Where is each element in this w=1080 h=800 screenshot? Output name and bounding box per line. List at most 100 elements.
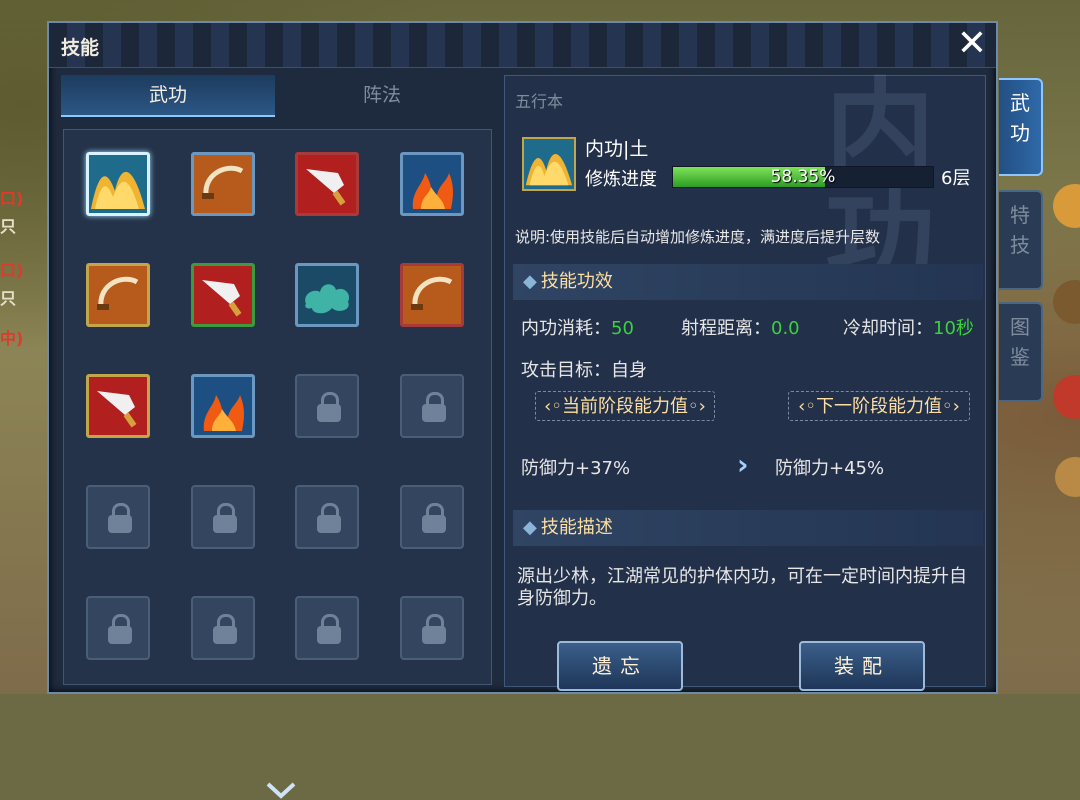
next-bonus: 防御力+45%	[775, 458, 885, 479]
attack-target-value: 自身	[611, 360, 647, 381]
chevron-right-icon: ›	[737, 448, 749, 481]
side-tab-wugong[interactable]: 武 功	[999, 78, 1043, 176]
cooldown: 冷却时间：10秒	[843, 314, 974, 340]
locked-skill-slot	[86, 485, 150, 549]
skill-tabs: 武功 阵法	[61, 75, 487, 117]
locked-skill-slot	[295, 485, 359, 549]
skill-slot[interactable]	[295, 263, 359, 327]
equip-button[interactable]: 装配	[799, 641, 925, 691]
fire-skill-icon	[193, 377, 252, 435]
world-name-text: 口)	[0, 261, 24, 280]
current-bonus: 防御力+37%	[521, 458, 631, 479]
skill-slot[interactable]	[399, 263, 464, 327]
neigong-cost-label: 内功消耗：	[521, 318, 611, 339]
lock-icon	[212, 503, 237, 533]
lock-icon	[317, 614, 341, 644]
side-menu-icons	[1053, 184, 1080, 497]
stall-icon	[1055, 457, 1080, 497]
stage-right-arrow-icon: ◦›	[942, 396, 960, 417]
lock-icon	[317, 392, 341, 422]
chevron-down-icon[interactable]	[266, 780, 296, 800]
current-stage-text: 当前阶段能力值	[562, 396, 688, 417]
skill-slot[interactable]	[86, 152, 150, 216]
blade-skill-icon	[89, 377, 147, 435]
mountain-skill-icon	[89, 155, 147, 213]
next-stage-label: ‹◦下一阶段能力值◦›	[788, 391, 970, 421]
locked-skill-slot	[190, 596, 255, 660]
stage-left-arrow-icon: ‹◦	[798, 396, 816, 417]
lock-icon	[421, 503, 446, 533]
skill-detail-panel: 内功 五行本 内功|土 修炼进度 58.35% 6层 说明:使用技能后自动增加修…	[504, 75, 986, 691]
attack-target-label: 攻击目标：	[521, 360, 611, 381]
locked-skill-slot	[399, 374, 464, 438]
detail-header-chip: 五行本	[515, 92, 564, 111]
skill-window: 技能 ✕ 武功 阵法 内功 五行本 内功|土 修炼进度 58.35% 6层 说明…	[47, 21, 998, 799]
sickle-skill-icon	[193, 155, 252, 213]
skill-layer: 6层	[941, 168, 971, 189]
side-tab-tujian[interactable]: 图 鉴	[999, 302, 1043, 402]
neigong-cost-value: 50	[611, 318, 634, 339]
skill-name: 内功|土	[585, 138, 649, 160]
close-button[interactable]: ✕	[954, 26, 990, 63]
progress-label: 修炼进度	[585, 169, 657, 190]
neigong-cost: 内功消耗：50	[521, 314, 634, 340]
tab-zhenfa[interactable]: 阵法	[275, 75, 489, 115]
locked-skill-slot	[295, 596, 359, 660]
lock-icon	[212, 614, 237, 644]
world-name-text: 只	[0, 289, 17, 308]
skill-slot[interactable]	[190, 263, 255, 327]
progress-bar: 58.35%	[672, 166, 934, 188]
lock-icon	[317, 503, 341, 533]
attack-target: 攻击目标：自身	[521, 356, 647, 382]
sickle-skill-icon	[89, 266, 147, 324]
world-name-text: 中)	[0, 329, 24, 348]
stage-right-arrow-icon: ◦›	[688, 396, 706, 417]
section-effect-title: 技能功效	[540, 271, 613, 292]
progress-text: 58.35%	[770, 167, 836, 187]
mountain-skill-icon	[522, 137, 576, 191]
locked-skill-slot	[399, 485, 464, 549]
blade-skill-icon	[193, 266, 252, 324]
blade-skill-icon	[298, 155, 356, 213]
skill-description: 源出少林，江湖常见的护体内功，可在一定时间内提升自身防御力。	[517, 566, 967, 609]
cloud-skill-icon	[298, 266, 356, 324]
locked-skill-slot	[190, 485, 255, 549]
world-name-text: 只	[0, 217, 17, 236]
lock-icon	[421, 614, 446, 644]
range-value: 0.0	[771, 318, 800, 339]
side-tab-teji[interactable]: 特 技	[999, 190, 1043, 290]
lock-icon	[421, 392, 446, 422]
section-description-title: 技能描述	[540, 517, 613, 538]
cooldown-value: 10秒	[933, 318, 974, 339]
bag-icon	[1053, 184, 1080, 228]
stage-left-arrow-icon: ‹◦	[544, 396, 562, 417]
range: 射程距离：0.0	[681, 314, 800, 340]
sickle-skill-icon	[402, 266, 461, 324]
section-effect-header: ◆ 技能功效	[513, 264, 983, 300]
skill-slot[interactable]	[190, 152, 255, 216]
skill-slot[interactable]	[190, 374, 255, 438]
current-stage-label: ‹◦当前阶段能力值◦›	[535, 391, 715, 421]
lock-icon	[108, 614, 132, 644]
skill-slot[interactable]	[86, 374, 150, 438]
forget-button[interactable]: 遗忘	[557, 641, 683, 691]
title-bar: 技能 ✕	[49, 23, 996, 68]
world-name-text: 口)	[0, 189, 24, 208]
window-title: 技能	[61, 37, 100, 59]
cooldown-label: 冷却时间：	[843, 318, 933, 339]
fire-skill-icon	[402, 155, 461, 213]
skill-grid	[63, 129, 492, 799]
locked-skill-slot	[399, 596, 464, 660]
skill-slot[interactable]	[295, 152, 359, 216]
sect-icon	[1053, 375, 1080, 419]
lock-icon	[108, 503, 132, 533]
range-label: 射程距离：	[681, 318, 771, 339]
next-stage-text: 下一阶段能力值	[816, 396, 942, 417]
skill-slot[interactable]	[399, 152, 464, 216]
skill-shortcut-icon	[1053, 280, 1080, 324]
skill-slot[interactable]	[86, 263, 150, 327]
diamond-icon: ◆	[523, 271, 537, 292]
tab-wugong[interactable]: 武功	[61, 75, 275, 117]
locked-skill-slot	[295, 374, 359, 438]
section-description-header: ◆ 技能描述	[513, 510, 983, 546]
